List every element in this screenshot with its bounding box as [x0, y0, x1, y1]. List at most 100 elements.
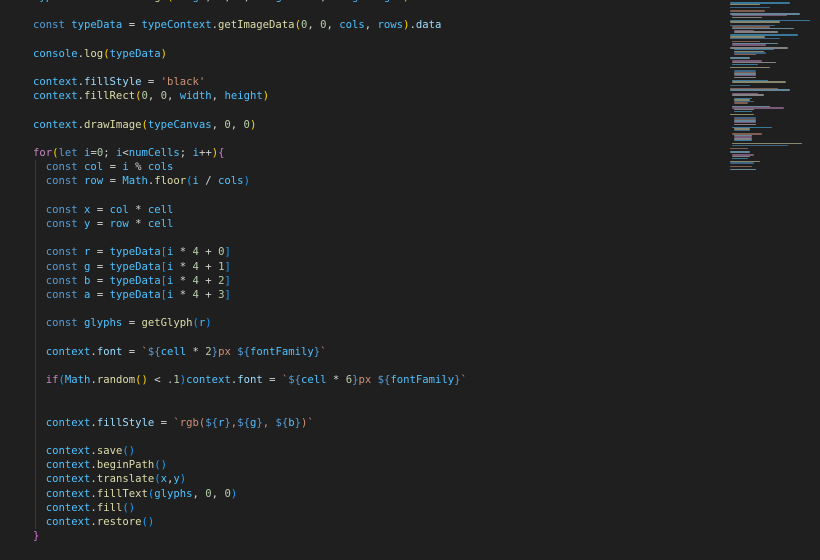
code-line[interactable]: context.fillText(glyphs, 0, 0)	[33, 486, 723, 501]
code-line[interactable]: context.restore()	[33, 514, 723, 530]
code-line[interactable]: const glyphs = getGlyph(r)	[33, 316, 723, 331]
code-line[interactable]: const row = Math.floor(i / cols)	[33, 174, 723, 189]
code-line[interactable]: context.fillRect(0, 0, width, height)	[33, 89, 723, 103]
code-token: =	[90, 288, 110, 301]
code-line[interactable]: const x = col * cell	[33, 202, 723, 217]
code-token: ()	[122, 445, 136, 457]
code-token: row	[109, 218, 129, 230]
code-token: `	[460, 374, 467, 387]
code-token: ,	[262, 416, 276, 429]
code-line[interactable]: if(Math.random() < .1)context.font = `${…	[33, 373, 723, 388]
code-token: *	[173, 288, 193, 301]
code-line[interactable]: context.fillStyle = 'black'	[33, 75, 723, 89]
indent-guide	[35, 202, 36, 217]
code-token: context	[186, 374, 231, 387]
code-token: ]	[224, 288, 231, 301]
code-token: context	[33, 90, 78, 103]
code-token: context	[45, 487, 91, 500]
code-token: 'black'	[160, 76, 206, 89]
indent-guide	[35, 259, 36, 274]
code-line[interactable]: context.translate(x,y)	[33, 472, 723, 487]
code-line[interactable]: const a = typeData[i * 4 + 3]	[33, 287, 723, 303]
code-token: /	[198, 175, 219, 188]
code-token: const	[33, 19, 72, 32]
code-token: glyphs	[84, 317, 123, 330]
code-line[interactable]	[33, 330, 723, 345]
code-token: +	[198, 260, 219, 273]
code-line[interactable]: console.log(typeData)	[33, 47, 723, 61]
code-editor[interactable]: typeContext.drawImage(image, 0, 0, image…	[0, 0, 820, 560]
code-line[interactable]	[33, 401, 723, 416]
code-line[interactable]: const col = i % cols	[33, 160, 723, 175]
minimap-line	[734, 31, 778, 33]
code-line[interactable]	[33, 61, 723, 75]
code-line[interactable]: context.font = `${cell * 2}px ${fontFami…	[33, 344, 723, 359]
code-line[interactable]	[33, 387, 723, 402]
minimap-line	[732, 144, 788, 147]
code-token: fillRect	[84, 90, 136, 103]
minimap-line	[734, 129, 750, 132]
code-token: for	[33, 147, 53, 160]
minimap-line	[730, 113, 754, 116]
code-line[interactable]: const g = typeData[i * 4 + 1]	[33, 259, 723, 274]
code-line[interactable]	[33, 358, 723, 374]
code-token: +	[198, 246, 219, 259]
code-token: )	[160, 47, 167, 60]
code-token: fill	[96, 501, 123, 514]
code-token: ,	[192, 487, 206, 500]
code-line[interactable]	[33, 33, 723, 47]
code-token: ,	[326, 19, 340, 32]
code-token: log	[84, 47, 104, 60]
code-line[interactable]	[33, 4, 723, 18]
code-token: const	[45, 161, 85, 174]
indent-guide	[35, 302, 36, 317]
code-line[interactable]: context.beginPath()	[33, 458, 723, 473]
code-line[interactable]: context.fillStyle = `rgb(${r},${g}, ${b}…	[33, 415, 723, 430]
code-token: ${	[147, 345, 161, 358]
code-token: cols	[339, 19, 365, 32]
code-line[interactable]	[33, 132, 723, 146]
indent-guide	[35, 330, 36, 345]
code-token: *	[326, 374, 346, 387]
code-line[interactable]: const y = row * cell	[33, 217, 723, 232]
code-line[interactable]: for(let i=0; i<numCells; i++){	[33, 146, 723, 160]
minimap[interactable]	[728, 0, 820, 560]
indent-guide	[35, 174, 36, 189]
minimap-line	[732, 63, 758, 66]
code-token: .1	[167, 374, 180, 387]
indent-guide	[35, 188, 36, 203]
code-token: )	[403, 0, 409, 3]
code-line[interactable]: const r = typeData[i * 4 + 0]	[33, 245, 723, 260]
code-token: font	[96, 345, 123, 358]
indent-guide	[35, 401, 36, 416]
code-line[interactable]: const b = typeData[i * 4 + 2]	[33, 273, 723, 288]
code-token: <	[147, 374, 168, 387]
code-line[interactable]: context.save()	[33, 444, 723, 459]
code-token: save	[96, 445, 123, 457]
code-area[interactable]: typeContext.drawImage(image, 0, 0, image…	[33, 0, 723, 543]
code-line[interactable]	[33, 188, 723, 203]
code-token: cols	[147, 161, 174, 174]
code-token: fontFamily	[249, 345, 314, 358]
code-line[interactable]	[33, 429, 723, 444]
minimap-line	[730, 89, 790, 91]
code-token: *	[186, 345, 206, 358]
code-token: cell	[301, 374, 327, 387]
code-token: =	[141, 76, 161, 89]
indent-guide	[35, 486, 36, 501]
code-token: ;	[179, 147, 193, 160]
code-token: ,	[244, 0, 257, 3]
code-line[interactable]: }	[33, 529, 723, 543]
code-line[interactable]	[33, 302, 723, 317]
code-token: typeData	[109, 47, 161, 60]
code-token: ]	[224, 274, 231, 287]
minimap-line	[730, 162, 754, 164]
code-line[interactable]	[33, 104, 723, 118]
code-line[interactable]	[33, 231, 723, 246]
code-line[interactable]: context.drawImage(typeCanvas, 0, 0)	[33, 118, 723, 132]
code-line[interactable]: context.fill()	[33, 500, 723, 515]
code-token: *	[128, 218, 148, 230]
code-line[interactable]: const typeData = typeContext.getImageDat…	[33, 18, 723, 32]
code-token: const	[45, 288, 85, 301]
minimap-line	[730, 21, 780, 23]
